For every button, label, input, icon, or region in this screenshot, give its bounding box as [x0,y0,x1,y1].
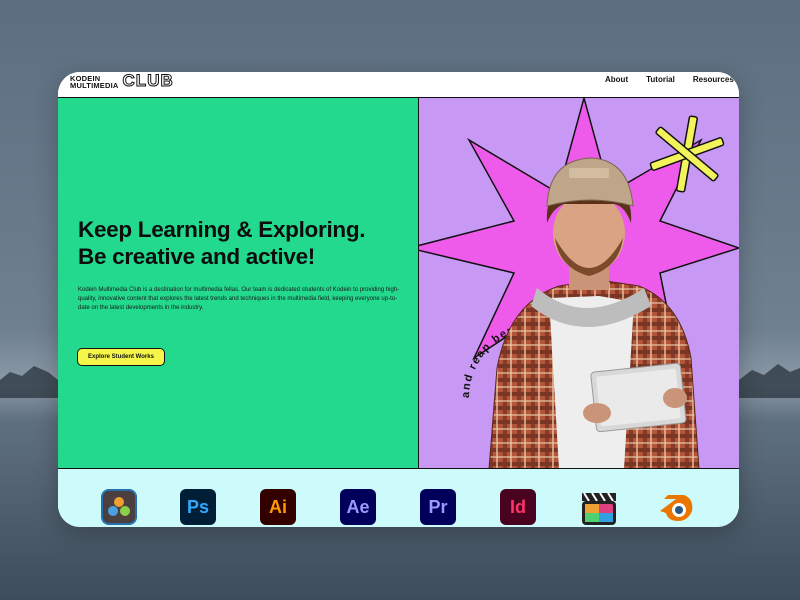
hero-illustration: and reap benefits now * register , enrol… [419,98,739,468]
software-tools-bar: Ps Ai Ae Pr Id [58,469,739,527]
nav-tutorial[interactable]: Tutorial [646,75,675,84]
logo-club: CLUB [122,72,174,90]
illustrator-icon: Ai [269,497,287,517]
top-navbar: KODEIN MULTIMEDIA CLUB About Tutorial Re… [58,72,739,98]
tool-indesign[interactable]: Id [500,489,536,525]
nav-about[interactable]: About [605,75,628,84]
after-effects-icon: Ae [346,497,370,517]
hero-title-line-1: Keep Learning & Exploring. [78,217,366,242]
blender-icon [660,495,693,521]
hero-title: Keep Learning & Exploring. Be creative a… [78,216,408,270]
nav-links: About Tutorial Resources [605,75,739,84]
photoshop-icon: Ps [186,497,210,517]
davinci-resolve-icon [101,489,137,525]
tool-after-effects[interactable]: Ae [340,489,376,525]
tool-final-cut[interactable] [580,489,616,525]
logo-line-2: MULTIMEDIA [70,81,119,90]
indesign-icon: Id [510,497,526,517]
site-logo[interactable]: KODEIN MULTIMEDIA CLUB [70,72,174,90]
nav-resources[interactable]: Resources [693,75,734,84]
tool-photoshop[interactable]: Ps [180,489,216,525]
tool-premiere[interactable]: Pr [420,489,456,525]
tool-davinci[interactable] [101,489,137,525]
hero-title-line-2: Be creative and active! [78,244,315,269]
final-cut-pro-icon [582,492,616,525]
hero-description: Kodein Multimedia Club is a destination … [78,287,400,312]
tool-illustrator[interactable]: Ai [260,489,296,525]
browser-frame: KODEIN MULTIMEDIA CLUB About Tutorial Re… [58,72,739,527]
tool-blender[interactable] [658,489,694,525]
hero-text-panel: Keep Learning & Exploring. Be creative a… [58,98,419,469]
explore-student-works-button[interactable]: Explore Student Works [77,348,165,366]
hero-image-panel: and reap benefits now * register , enrol… [419,98,739,469]
premiere-pro-icon: Pr [428,497,448,517]
